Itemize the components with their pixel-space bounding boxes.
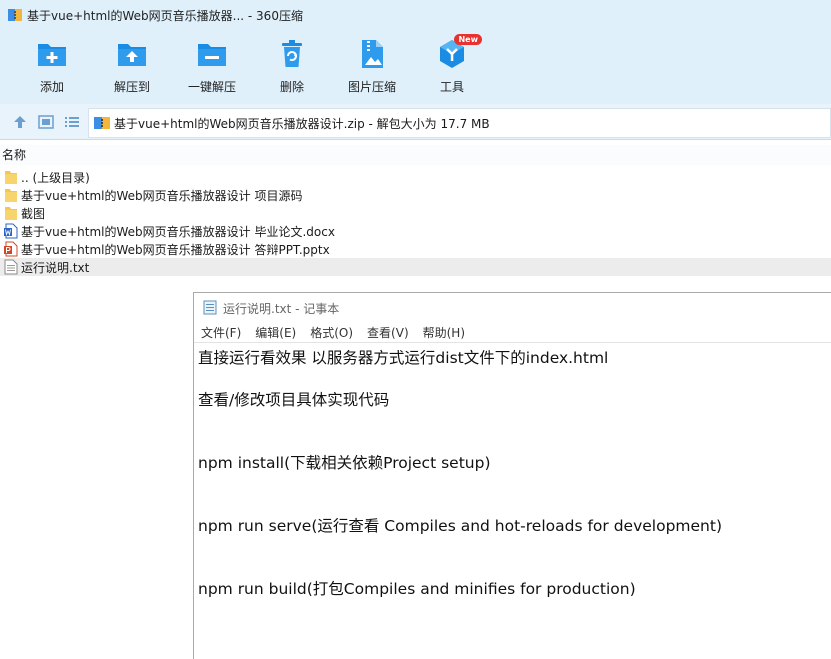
notepad-title: 运行说明.txt - 记事本 bbox=[223, 301, 340, 316]
delete-icon bbox=[276, 38, 308, 70]
text-line: npm run serve(运行查看 Compiles and hot-relo… bbox=[198, 517, 722, 535]
thumbnail-view-icon[interactable] bbox=[38, 114, 54, 130]
file-name: 基于vue+html的Web网页音乐播放器设计 项目源码 bbox=[21, 188, 303, 203]
notepad-window: 运行说明.txt - 记事本 文件(F) 编辑(E) 格式(O) 查看(V) 帮… bbox=[193, 292, 831, 659]
extract-to-button[interactable]: 解压到 bbox=[92, 38, 172, 98]
image-compress-button[interactable]: 图片压缩 bbox=[332, 38, 412, 98]
text-line: 直接运行看效果 以服务器方式运行dist文件下的index.html bbox=[198, 349, 609, 367]
extract-to-label: 解压到 bbox=[113, 80, 150, 94]
text-line: npm install(下载相关依赖Project setup) bbox=[198, 454, 491, 472]
image-compress-icon bbox=[356, 38, 388, 70]
list-item-source-folder[interactable]: 基于vue+html的Web网页音乐播放器设计 项目源码 bbox=[0, 186, 831, 204]
notepad-title-bar: 运行说明.txt - 记事本 bbox=[194, 293, 831, 323]
folder-icon bbox=[4, 169, 18, 185]
file-name: 基于vue+html的Web网页音乐播放器设计 毕业论文.docx bbox=[21, 224, 335, 239]
tools-button[interactable]: New 工具 bbox=[412, 34, 492, 98]
file-name: 运行说明.txt bbox=[21, 260, 90, 275]
text-file-icon bbox=[4, 259, 18, 275]
list-item-thesis-docx[interactable]: 基于vue+html的Web网页音乐播放器设计 毕业论文.docx bbox=[0, 222, 831, 240]
menu-format[interactable]: 格式(O) bbox=[310, 324, 353, 341]
menu-file[interactable]: 文件(F) bbox=[201, 324, 241, 341]
tools-icon: New bbox=[436, 34, 482, 70]
image-compress-label: 图片压缩 bbox=[347, 80, 396, 94]
word-document-icon bbox=[4, 223, 18, 239]
list-item-parent-dir[interactable]: .. (上级目录) bbox=[0, 168, 831, 186]
path-field[interactable]: 基于vue+html的Web网页音乐播放器设计.zip - 解包大小为 17.7… bbox=[88, 108, 831, 138]
delete-label: 删除 bbox=[279, 80, 304, 94]
file-name: 基于vue+html的Web网页音乐播放器设计 答辩PPT.pptx bbox=[21, 242, 330, 257]
one-click-extract-icon bbox=[196, 38, 228, 70]
extract-to-icon bbox=[116, 38, 148, 70]
text-line: npm run build(打包Compiles and minifies fo… bbox=[198, 580, 636, 598]
tools-label: 工具 bbox=[439, 80, 464, 94]
path-text: 基于vue+html的Web网页音乐播放器设计.zip - 解包大小为 17.7… bbox=[114, 116, 490, 131]
notepad-menu-bar: 文件(F) 编辑(E) 格式(O) 查看(V) 帮助(H) bbox=[194, 323, 831, 343]
menu-help[interactable]: 帮助(H) bbox=[423, 324, 465, 341]
name-column-header[interactable]: 名称 bbox=[0, 145, 831, 165]
archive-app-icon bbox=[8, 8, 22, 22]
file-name: 截图 bbox=[21, 206, 46, 221]
notepad-text-area[interactable]: 直接运行看效果 以服务器方式运行dist文件下的index.html 查看/修改… bbox=[194, 344, 831, 659]
add-label: 添加 bbox=[39, 80, 64, 94]
file-name: .. (上级目录) bbox=[21, 170, 90, 185]
toolbar: 添加 解压到 一键解压 删除 图片压缩 New 工具 bbox=[0, 30, 831, 104]
zip-archive-icon bbox=[94, 115, 110, 131]
up-arrow-icon[interactable] bbox=[12, 114, 28, 130]
list-item-readme-txt[interactable]: 运行说明.txt bbox=[0, 258, 831, 276]
one-click-extract-button[interactable]: 一键解压 bbox=[172, 38, 252, 98]
menu-view[interactable]: 查看(V) bbox=[367, 324, 409, 341]
folder-icon bbox=[4, 187, 18, 203]
window-title: 基于vue+html的Web网页音乐播放器... - 360压缩 bbox=[27, 8, 303, 23]
text-line: 查看/修改项目具体实现代码 bbox=[198, 391, 390, 409]
folder-icon bbox=[4, 205, 18, 221]
title-bar: 基于vue+html的Web网页音乐播放器... - 360压缩 bbox=[0, 0, 831, 30]
notepad-icon bbox=[203, 299, 217, 318]
new-badge: New bbox=[454, 34, 482, 45]
powerpoint-icon bbox=[4, 241, 18, 257]
one-click-extract-label: 一键解压 bbox=[187, 80, 236, 94]
list-view-icon[interactable] bbox=[64, 114, 80, 130]
add-button[interactable]: 添加 bbox=[12, 38, 92, 98]
list-item-screenshots-folder[interactable]: 截图 bbox=[0, 204, 831, 222]
menu-edit[interactable]: 编辑(E) bbox=[255, 324, 296, 341]
list-item-defense-pptx[interactable]: 基于vue+html的Web网页音乐播放器设计 答辩PPT.pptx bbox=[0, 240, 831, 258]
delete-button[interactable]: 删除 bbox=[252, 38, 332, 98]
address-bar: 基于vue+html的Web网页音乐播放器设计.zip - 解包大小为 17.7… bbox=[0, 104, 831, 140]
add-folder-icon bbox=[36, 38, 68, 70]
